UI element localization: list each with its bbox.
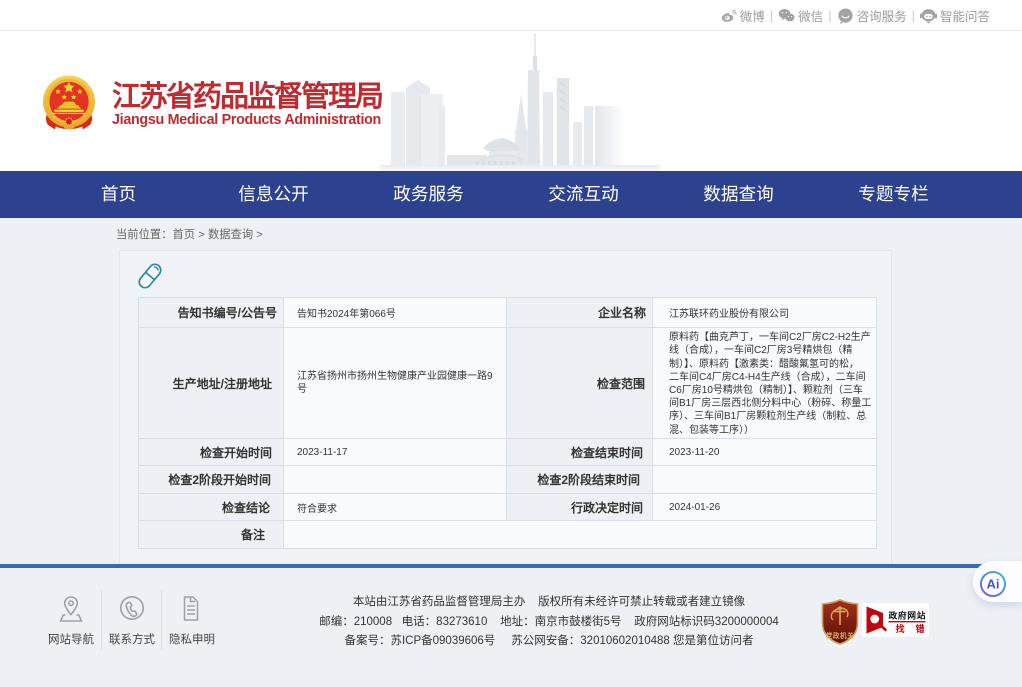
svg-text:Ai: Ai <box>987 577 1000 592</box>
svg-text:找错: 找错 <box>896 623 930 634</box>
svg-text:政府网站: 政府网站 <box>889 610 927 621</box>
svg-text:党政机关: 党政机关 <box>826 631 854 640</box>
